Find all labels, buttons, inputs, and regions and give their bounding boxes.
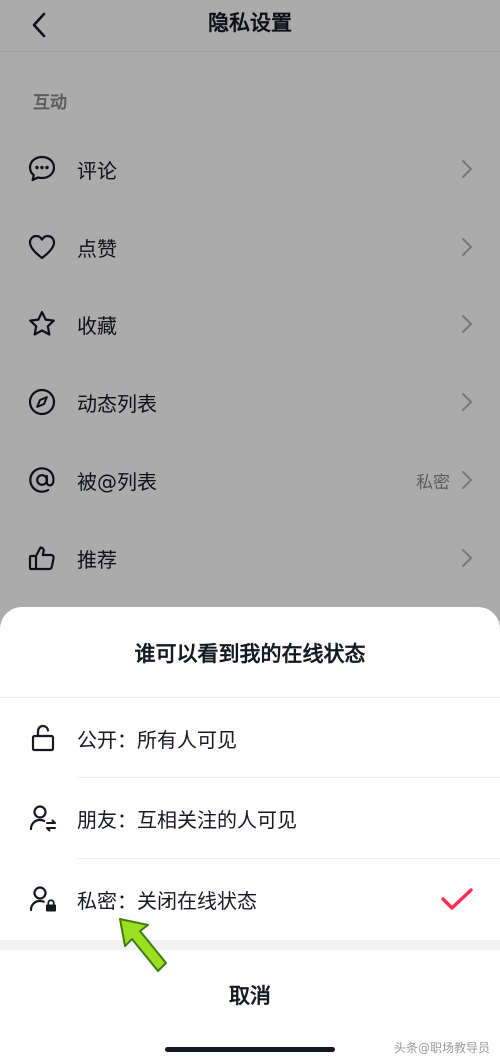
sheet-title: 谁可以看到我的在线状态 [134,642,366,666]
home-indicator [165,1047,335,1052]
option-public[interactable]: 公开：所有人可见 [0,698,500,778]
friends-icon [28,802,58,834]
annotation-arrow-icon [119,918,167,972]
cancel-button[interactable]: 取消 [0,950,500,1030]
watermark: 头条@职场教导员 [393,1041,490,1055]
option-private[interactable]: 私密：关闭在线状态 [0,859,500,939]
option-label: 私密：关闭在线状态 [77,888,257,913]
option-friends[interactable]: 朋友：互相关注的人可见 [0,778,500,858]
online-status-sheet: 谁可以看到我的在线状态 公开：所有人可见 朋友：互相关注的人可见 私密：关闭在线… [0,607,500,1062]
sheet-separator [0,940,500,950]
option-label: 公开：所有人可见 [77,727,237,752]
person-lock-icon [28,883,58,915]
unlock-icon [28,722,58,754]
option-label: 朋友：互相关注的人可见 [77,807,297,832]
checkmark-icon [441,888,473,910]
